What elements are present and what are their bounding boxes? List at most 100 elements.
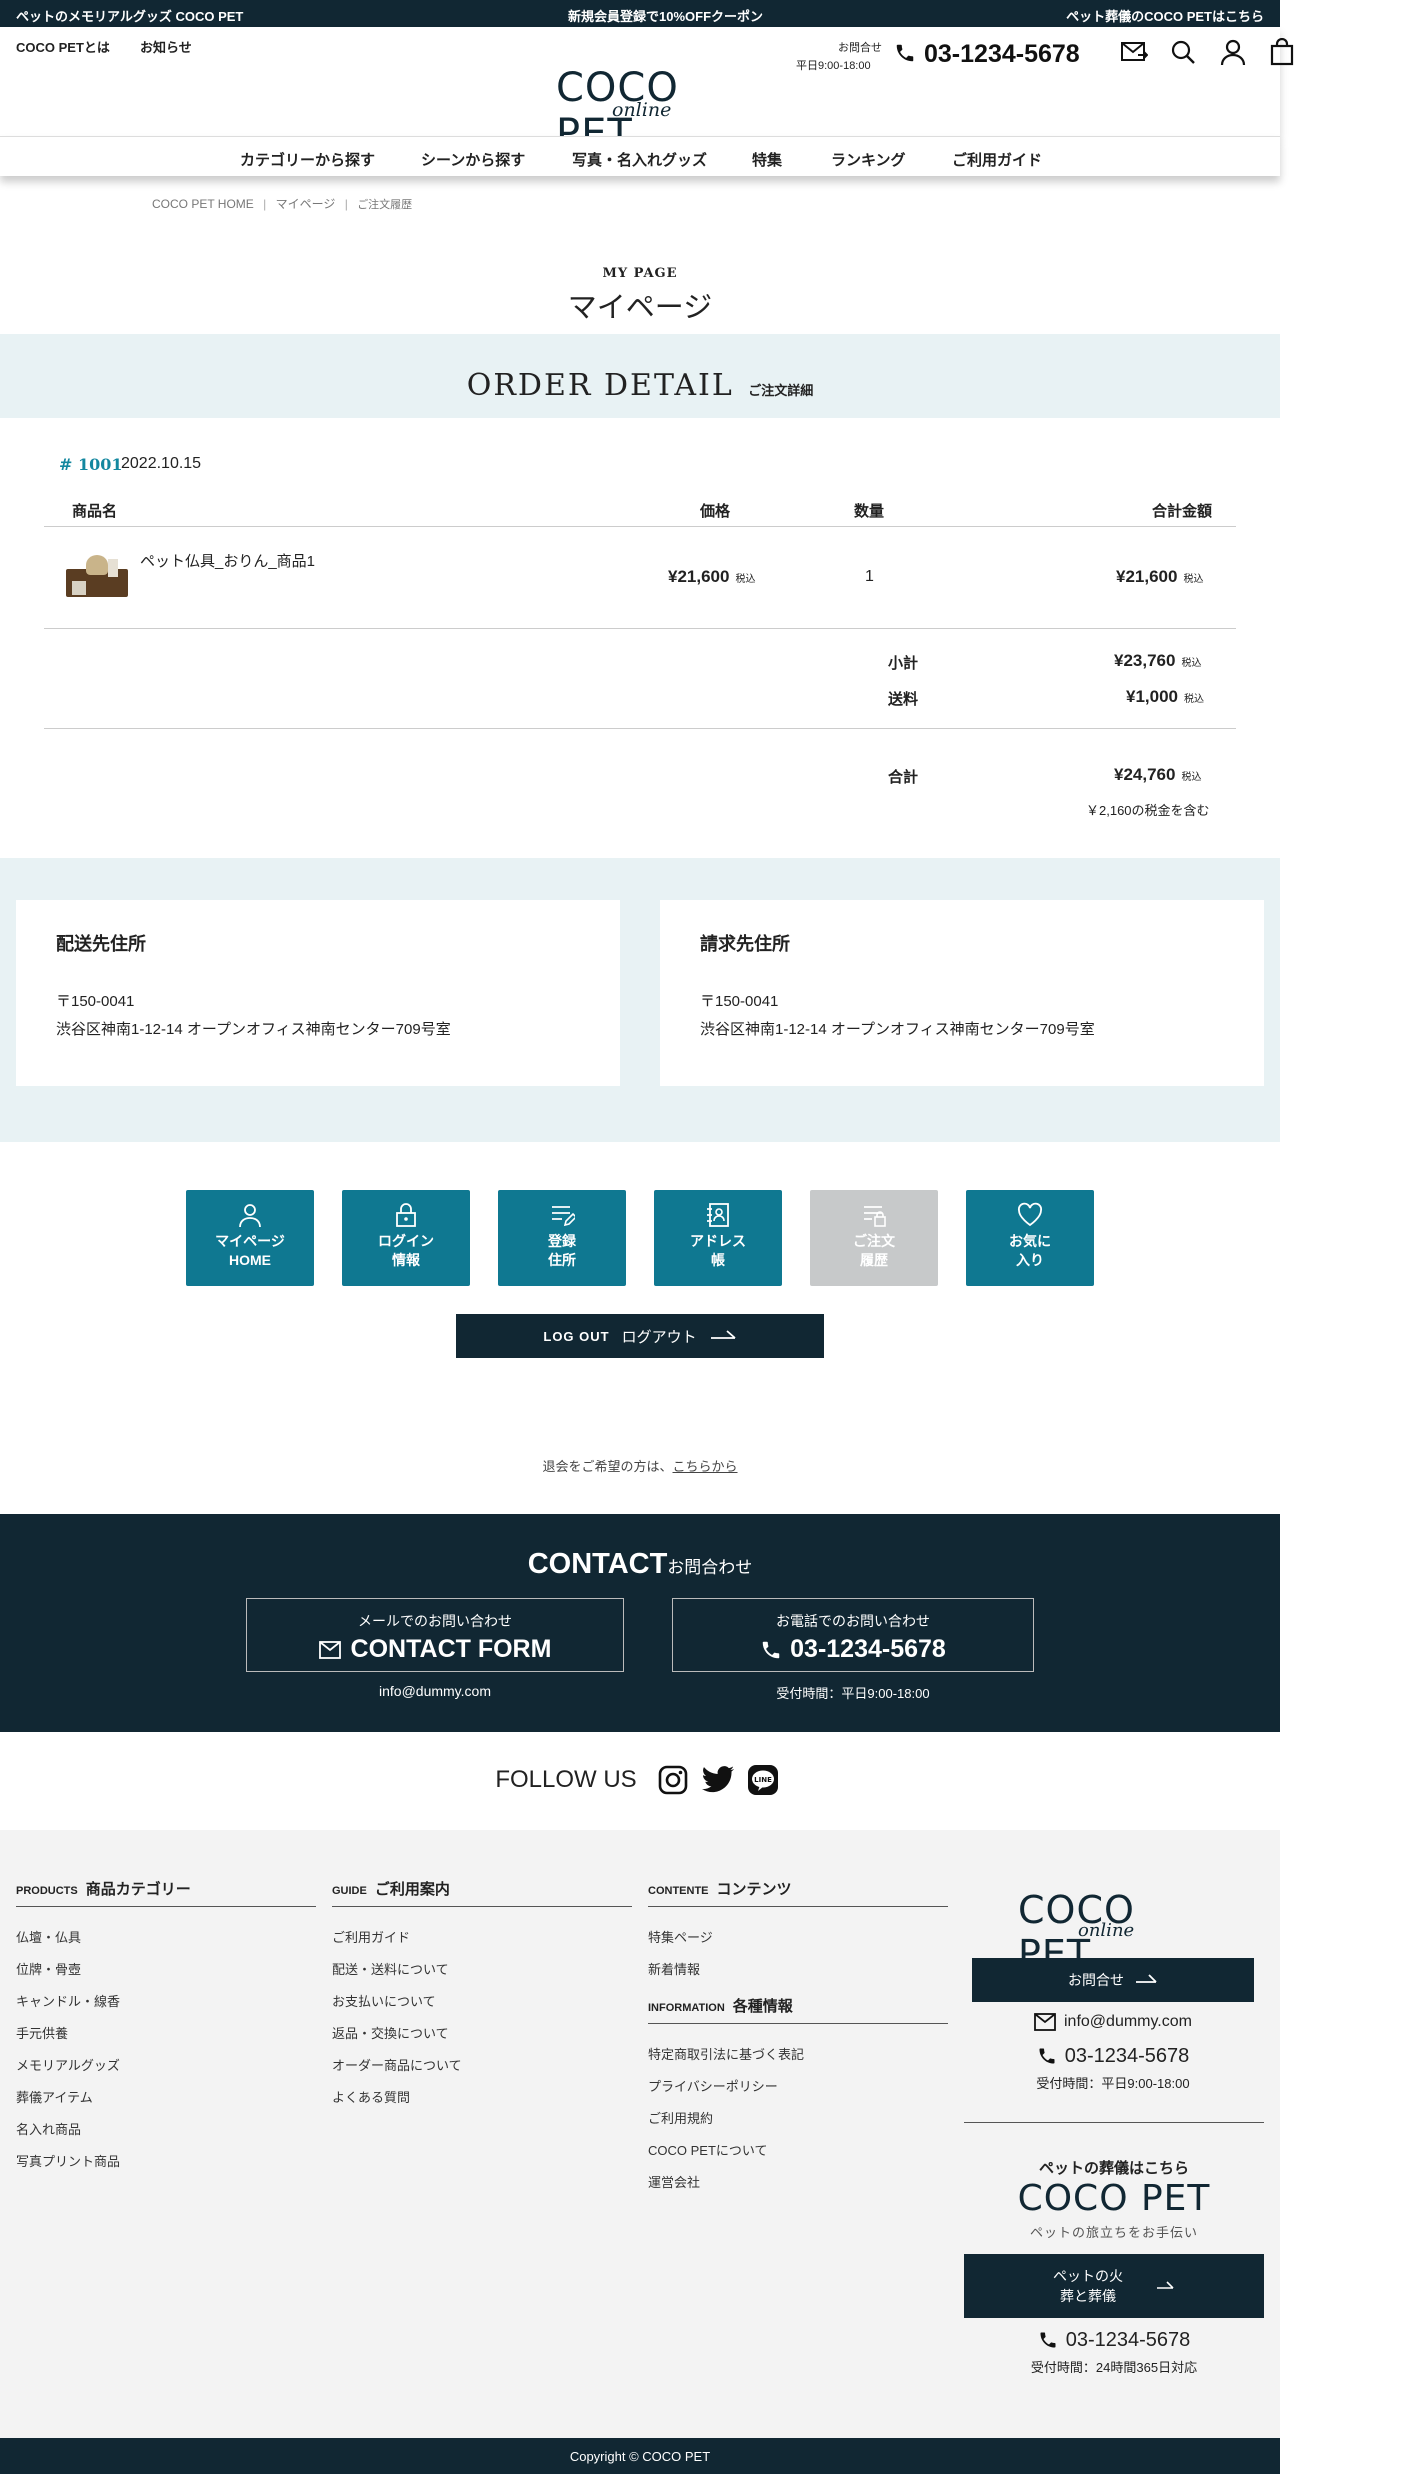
mail-icon[interactable] [1120,39,1149,70]
breadcrumb-mypage[interactable]: マイページ [276,197,336,211]
footer-phone[interactable]: 03-1234-5678 [972,2042,1254,2070]
contact-form-button[interactable]: メールでのお問い合わせ CONTACT FORM [246,1598,624,1672]
footer-link[interactable]: 返品・交換について [332,2023,449,2042]
footer-link[interactable]: 配送・送料について [332,1959,449,1978]
logout-label-ja: ログアウト [621,1328,697,1346]
funeral-button[interactable]: ペットの火 葬と葬儀 [964,2254,1264,2318]
topbar-funeral-link[interactable]: ペット葬儀のCOCO PETはこちら [1066,6,1264,25]
footer-link[interactable]: 仏壇・仏具 [16,1927,81,1946]
mymenu-label: 住所 [548,1252,576,1268]
nav-photo-goods[interactable]: 写真・名入れグッズ [572,149,707,170]
order-history-icon [864,1206,886,1227]
arrow-right-icon [1157,2281,1174,2289]
billing-zip: 〒150-0041 [700,993,779,1010]
billing-address-card: 請求先住所 〒150-0041 渋谷区神南1-12-14 オープンオフィス神南セ… [660,900,1264,1086]
nav-scene[interactable]: シーンから探す [421,149,525,170]
mymenu-label: お気に [1009,1233,1051,1249]
footer-link[interactable]: 位牌・骨壺 [16,1959,81,1978]
footer-guide-column: GUIDE ご利用案内 [332,1878,632,1907]
copyright-bar: Copyright © COCO PET [0,2438,1280,2474]
phone-icon [894,42,916,69]
header-phone-number[interactable]: 03-1234-5678 [924,40,1080,69]
site-header: COCO PETとは お知らせ COCO PET online お問合せ 平日9… [0,27,1294,157]
footer-link[interactable]: 特集ページ [648,1927,713,1946]
section-title: ORDER DETAIL [466,368,734,403]
funeral-tagline: ペットの旅立ちをお手伝い [1029,2225,1198,2240]
top-announcement-bar: ペットのメモリアルグッズ COCO PET 新規会員登録で10%OFFクーポン … [0,0,1280,27]
order-date: 2022.10.15 [121,455,202,472]
cart-icon[interactable] [1270,37,1294,71]
funeral-phone[interactable]: 03-1234-5678 [964,2326,1264,2354]
funeral-label: ペットの葬儀はこちら [1038,2160,1189,2177]
footer-info-column: INFORMATION 各種情報 [648,1995,948,2024]
nav-feature[interactable]: 特集 [752,149,782,170]
product-price: ¥21,600 税込 [668,567,756,586]
nav-category[interactable]: カテゴリーから探す [240,149,375,170]
contact-hours: 平日9:00-18:00 [796,60,871,72]
footer-link[interactable]: ご利用規約 [648,2108,713,2127]
instagram-icon[interactable] [657,1764,689,1796]
footer-link[interactable]: COCO PETについて [648,2140,768,2159]
withdraw-note: 退会をご希望の方は、こちらから [0,1456,1280,1475]
line-icon[interactable]: LINE [747,1764,779,1796]
contact-phone-number: 03-1234-5678 [790,1635,946,1663]
nav-guide[interactable]: ご利用ガイド [952,149,1042,170]
contact-email-address[interactable]: info@dummy.com [246,1683,624,1699]
header-link-news[interactable]: お知らせ [140,37,192,56]
funeral-button-label: 葬と葬儀 [1060,2288,1116,2304]
search-icon[interactable] [1170,39,1196,70]
footer-products-column: PRODUCTS 商品カテゴリー [16,1878,316,1907]
footer-contact-label: お問合せ [1068,1972,1124,1988]
topbar-site-link[interactable]: ペットのメモリアルグッズ COCO PET [16,6,243,25]
header-link-about[interactable]: COCO PETとは [16,37,110,56]
footer-link[interactable]: キャンドル・線香 [16,1991,120,2010]
footer-email[interactable]: info@dummy.com [972,2010,1254,2034]
billing-address: 渋谷区神南1-12-14 オープンオフィス神南センター709号室 [700,1021,1095,1038]
registered-address-button[interactable]: 登録 住所 [498,1190,626,1286]
login-info-button[interactable]: ログイン 情報 [342,1190,470,1286]
footer-link[interactable]: お支払いについて [332,1991,436,2010]
footer-link[interactable]: よくある質問 [332,2087,410,2106]
withdraw-link[interactable]: こちらから [673,1459,738,1474]
footer-contact-button[interactable]: お問合せ [972,1958,1254,2002]
footer-link[interactable]: ご利用ガイド [332,1927,410,1946]
contact-phone-button[interactable]: お電話でのお問い合わせ 03-1234-5678 [672,1598,1034,1672]
footer-link[interactable]: 手元供養 [16,2023,68,2042]
footer-email-text: info@dummy.com [1064,2013,1192,2030]
order-history-button[interactable]: ご注文 履歴 [810,1190,938,1286]
product-qty: 1 [865,568,874,585]
footer-link[interactable]: オーダー商品について [332,2055,462,2074]
phone-icon [1040,2332,1056,2348]
footer-link[interactable]: 名入れ商品 [16,2119,81,2138]
table-row: ペット仏具_おりん_商品1 ¥21,600 税込 1 ¥21,600 税込 [44,527,1236,627]
edit-list-icon [552,1206,575,1227]
footer-link[interactable]: 葬儀アイテム [16,2087,93,2106]
logout-button[interactable]: LOG OUT ログアウト [456,1314,824,1358]
mymenu-label: ログイン [378,1233,434,1249]
divider [44,628,1236,629]
site-logo[interactable]: COCO PET online [556,65,756,157]
account-icon[interactable] [1220,38,1246,71]
breadcrumb-current: ご注文履歴 [357,199,413,211]
twitter-icon[interactable] [701,1765,735,1795]
order-number: # 1001 [59,455,123,474]
footer-link[interactable]: プライバシーポリシー [648,2076,778,2095]
breadcrumb-home[interactable]: COCO PET HOME [152,197,254,211]
topbar-coupon-link[interactable]: 新規会員登録で10%OFFクーポン [568,6,763,25]
mypage-home-button[interactable]: マイページ HOME [186,1190,314,1286]
contact-title: CONTACT [527,1548,668,1580]
footer-link[interactable]: 写真プリント商品 [16,2151,120,2170]
funeral-logo[interactable]: COCO PET [964,2178,1264,2219]
address-book-button[interactable]: アドレス帳 [654,1190,782,1286]
mymenu-label: 入り [1016,1252,1044,1268]
favorites-button[interactable]: お気に 入り [966,1190,1094,1286]
footer-link[interactable]: 特定商取引法に基づく表記 [648,2044,804,2063]
nav-ranking[interactable]: ランキング [831,149,906,170]
footer-link[interactable]: 運営会社 [648,2172,700,2191]
footer-link[interactable]: メモリアルグッズ [16,2055,120,2074]
product-thumbnail[interactable] [66,551,128,599]
footer-link[interactable]: 新着情報 [648,1959,700,1978]
footer-logo[interactable]: COCO PET online [1018,1888,1218,1976]
product-name[interactable]: ペット仏具_おりん_商品1 [140,550,315,571]
contact-title-ja: お問合わせ [667,1558,753,1577]
